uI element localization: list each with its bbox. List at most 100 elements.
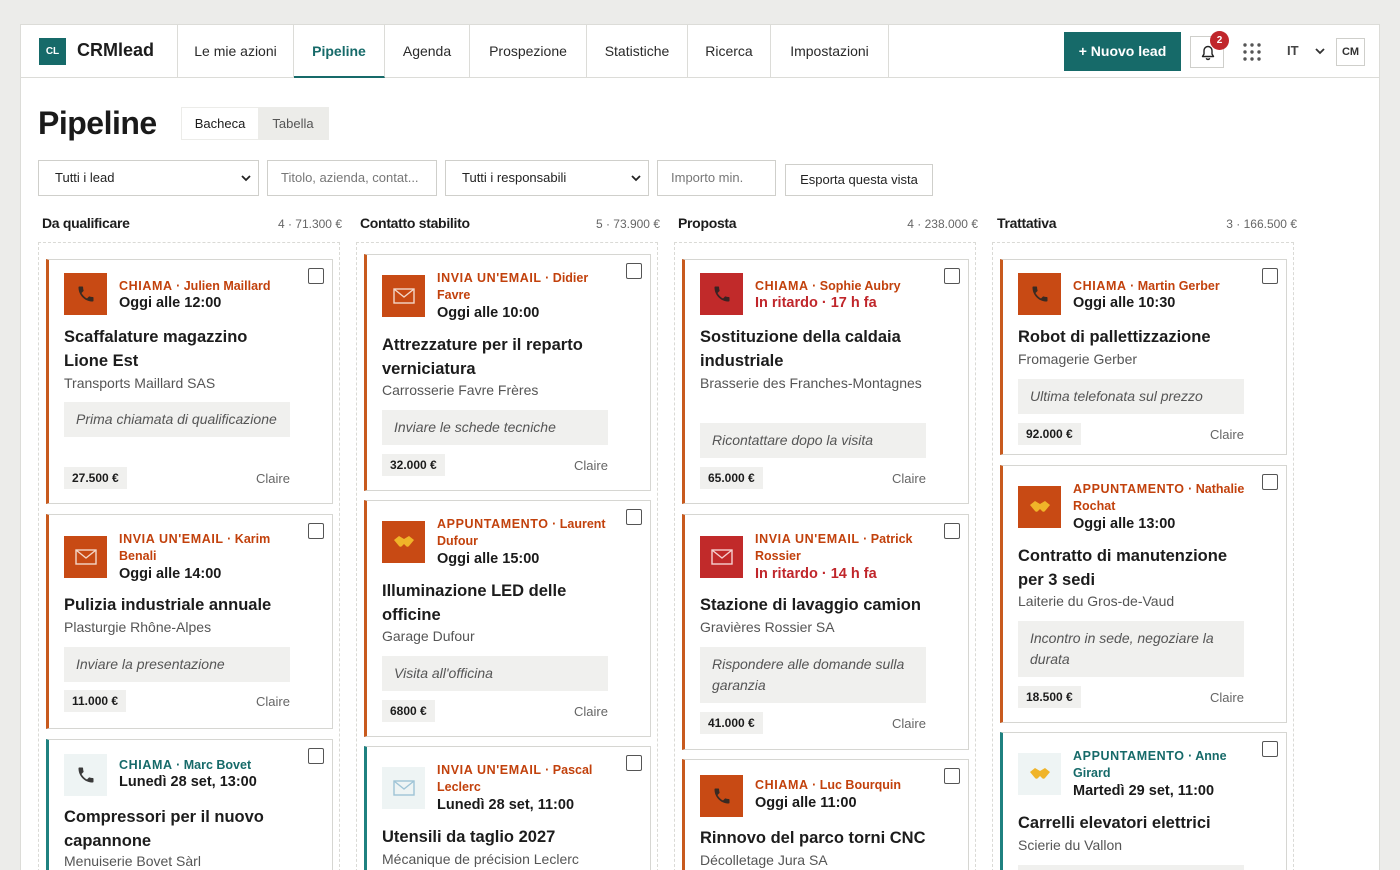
lead-card[interactable]: APPUNTAMENTO · Nathalie Rochat Oggi alle… [1000,465,1287,723]
action-type: INVIA UN'EMAIL [119,532,224,546]
pipeline-column: INVIA UN'EMAIL · Didier Favre Oggi alle … [356,242,658,870]
language-selector[interactable]: IT [1287,43,1299,58]
action-type: CHIAMA [119,758,173,772]
overdue-time: In ritardo · 14 h fa [755,566,877,582]
phone-icon [700,775,743,817]
handshake-icon [1018,486,1061,528]
due-time: Oggi alle 12:00 [119,295,222,311]
column-title: Trattativa [997,215,1057,231]
nav-tab-prospecting[interactable]: Prospezione [470,25,587,78]
next-action-note [1018,865,1244,870]
user-avatar[interactable]: CM [1336,38,1365,66]
phone-icon [1018,273,1061,315]
nav-tab-settings[interactable]: Impostazioni [771,25,889,78]
chevron-down-icon [241,175,251,182]
search-input[interactable]: Titolo, azienda, contat... [267,160,437,196]
lead-card[interactable]: CHIAMA · Julien Maillard Oggi alle 12:00… [46,259,333,504]
card-checkbox[interactable] [944,768,960,784]
lead-card[interactable]: CHIAMA · Marc Bovet Lunedì 28 set, 13:00… [46,739,333,870]
nav-tab-my-actions[interactable]: Le mie azioni [178,25,294,78]
due-time: Oggi alle 14:00 [119,566,222,582]
contact-name: · Marc Bovet [176,758,252,772]
notification-count-badge: 2 [1210,31,1229,50]
card-checkbox[interactable] [626,755,642,771]
due-time: Oggi alle 11:00 [755,795,857,811]
apps-grid-icon[interactable] [1242,42,1262,62]
action-type: INVIA UN'EMAIL [755,532,860,546]
next-action-note: Inviare le schede tecniche [382,410,608,445]
lead-card[interactable]: INVIA UN'EMAIL · Karim Benali Oggi alle … [46,514,333,729]
new-lead-button[interactable]: + Nuovo lead [1064,32,1181,71]
contact-name: · Martin Gerber [1130,279,1220,293]
action-type: APPUNTAMENTO [1073,482,1185,496]
company-name: Plasturgie Rhône-Alpes [64,619,212,635]
lead-card[interactable]: CHIAMA · Sophie Aubry In ritardo · 17 h … [682,259,969,504]
lead-filter-select[interactable]: Tutti i lead [38,160,259,196]
due-time: Oggi alle 10:00 [437,305,540,321]
logo: CL [39,38,66,65]
owner-filter-select[interactable]: Tutti i responsabili [445,160,649,196]
next-action-note: Ultima telefonata sul prezzo [1018,379,1244,414]
lead-card[interactable]: APPUNTAMENTO · Laurent Dufour Oggi alle … [364,500,651,737]
card-checkbox[interactable] [944,523,960,539]
lead-card[interactable]: INVIA UN'EMAIL · Pascal Leclerc Lunedì 2… [364,746,651,870]
export-view-button[interactable]: Esporta questa vista [785,164,933,196]
action-type: CHIAMA [119,279,173,293]
brand[interactable]: CL CRMlead [21,25,178,78]
nav-tab-statistics[interactable]: Statistiche [587,25,688,78]
column-summary: 4 · 238.000 € [907,217,978,231]
action-type: INVIA UN'EMAIL [437,763,542,777]
column-header: Da qualificare 4 · 71.300 € [42,213,342,233]
nav-tab-search[interactable]: Ricerca [688,25,771,78]
company-name: Garage Dufour [382,628,475,644]
lead-title: Utensili da taglio 2027 [382,828,556,846]
lead-amount: 6800 € [382,700,435,722]
nav-tab-pipeline[interactable]: Pipeline [294,25,385,78]
column-title: Proposta [678,215,737,231]
view-table-button[interactable]: Tabella [258,108,328,139]
lead-card[interactable]: INVIA UN'EMAIL · Patrick Rossier In rita… [682,514,969,750]
chevron-down-icon[interactable] [1314,46,1326,56]
contact-name: · Sophie Aubry [812,279,901,293]
brand-name: CRMlead [77,40,155,60]
lead-title: Pulizia industriale annuale [64,596,272,614]
card-checkbox[interactable] [1262,268,1278,284]
company-name: Menuiserie Bovet Sàrl [64,853,201,869]
card-checkbox[interactable] [1262,741,1278,757]
card-checkbox[interactable] [308,523,324,539]
card-checkbox[interactable] [626,263,642,279]
company-name: Fromagerie Gerber [1018,351,1138,367]
lead-title: Robot di pallettizzazione [1018,328,1211,346]
min-amount-input[interactable]: Importo min. [657,160,776,196]
lead-card[interactable]: APPUNTAMENTO · Anne Girard Martedì 29 se… [1000,732,1287,870]
company-name: Gravières Rossier SA [700,619,835,635]
contact-name: · Julien Maillard [176,279,271,293]
nav-tab-agenda[interactable]: Agenda [385,25,470,78]
card-checkbox[interactable] [308,268,324,284]
next-action-note: Prima chiamata di qualificazione [64,402,290,437]
page-title: Pipeline [38,105,157,141]
company-name: Mécanique de précision Leclerc [382,851,579,867]
lead-card[interactable]: INVIA UN'EMAIL · Didier Favre Oggi alle … [364,254,651,491]
lead-amount: 32.000 € [382,454,445,476]
lead-title: Carrelli elevatori elettrici [1018,814,1211,832]
card-checkbox[interactable] [626,509,642,525]
handshake-icon [382,521,425,563]
column-summary: 4 · 71.300 € [277,217,342,231]
view-board-button[interactable]: Bacheca [182,108,258,139]
lead-amount: 27.500 € [64,467,127,489]
top-navigation: CL CRMlead Le mie azioni Pipeline Agenda… [21,25,1379,78]
due-time: Oggi alle 15:00 [437,551,540,567]
contact-name: · Luc Bourquin [812,778,901,792]
card-checkbox[interactable] [1262,474,1278,490]
lead-owner: Claire [574,704,608,719]
lead-card[interactable]: CHIAMA · Luc Bourquin Oggi alle 11:00 Ri… [682,759,969,870]
column-title: Contatto stabilito [360,215,470,231]
lead-amount: 41.000 € [700,712,763,734]
lead-title: Attrezzature per il reparto verniciatura [382,336,583,378]
lead-amount: 11.000 € [64,690,127,712]
lead-owner: Claire [256,471,290,486]
card-checkbox[interactable] [308,748,324,764]
card-checkbox[interactable] [944,268,960,284]
lead-card[interactable]: CHIAMA · Martin Gerber Oggi alle 10:30 R… [1000,259,1287,455]
